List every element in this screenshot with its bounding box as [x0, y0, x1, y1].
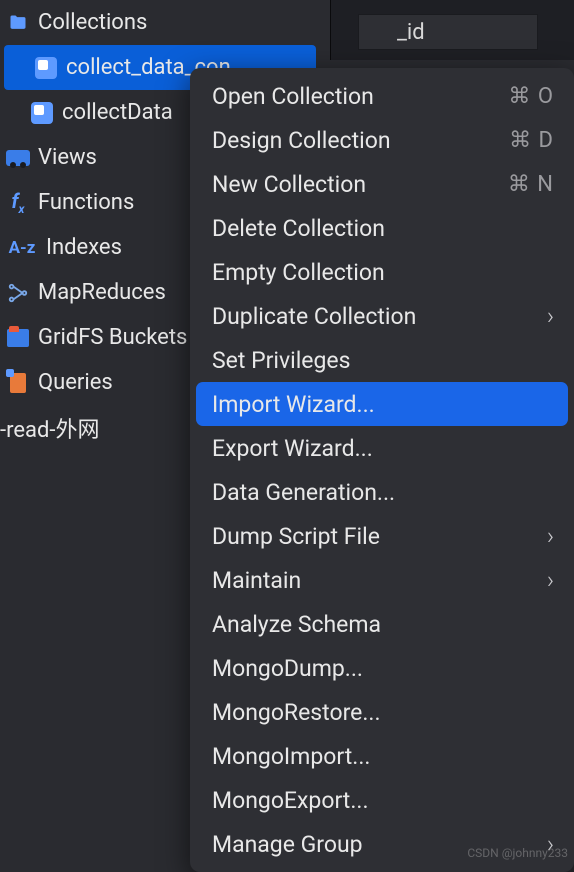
- menu-item-data-generation[interactable]: Data Generation...: [190, 470, 574, 514]
- menu-item-label: Import Wizard...: [212, 391, 375, 418]
- index-icon: A-z: [6, 236, 38, 260]
- chevron-right-icon: ›: [547, 566, 554, 594]
- menu-item-label: Empty Collection: [212, 259, 385, 286]
- menu-item-label: New Collection: [212, 171, 366, 198]
- tree-item-collections[interactable]: Collections: [0, 0, 320, 45]
- menu-item-mongodump[interactable]: MongoDump...: [190, 646, 574, 690]
- menu-shortcut: ⌘ D: [509, 128, 554, 153]
- menu-item-label: Duplicate Collection: [212, 303, 416, 330]
- menu-item-export-wizard[interactable]: Export Wizard...: [190, 426, 574, 470]
- menu-item-import-wizard[interactable]: Import Wizard...: [196, 382, 568, 426]
- tree-item-label: GridFS Buckets: [38, 325, 187, 350]
- menu-item-analyze-schema[interactable]: Analyze Schema: [190, 602, 574, 646]
- menu-item-label: Design Collection: [212, 127, 391, 154]
- menu-item-label: MongoExport...: [212, 787, 369, 814]
- tree-item-label: MapReduces: [38, 280, 166, 305]
- menu-shortcut: ⌘ N: [508, 172, 554, 197]
- menu-item-dump-script-file[interactable]: Dump Script File ›: [190, 514, 574, 558]
- column-header-label: _id: [397, 20, 425, 45]
- menu-item-label: Analyze Schema: [212, 611, 381, 638]
- tree-item-label: Functions: [38, 190, 134, 215]
- menu-shortcut: ⌘ O: [508, 84, 554, 109]
- mapreduce-icon: [6, 281, 30, 305]
- watermark: CSDN @johnny233: [467, 846, 568, 860]
- menu-item-label: MongoRestore...: [212, 699, 381, 726]
- menu-item-label: MongoImport...: [212, 743, 370, 770]
- menu-item-maintain[interactable]: Maintain ›: [190, 558, 574, 602]
- menu-item-label: Set Privileges: [212, 347, 350, 374]
- menu-item-label: MongoDump...: [212, 655, 363, 682]
- tree-item-label: Indexes: [46, 235, 122, 260]
- menu-item-label: Manage Group: [212, 831, 363, 858]
- menu-item-label: Delete Collection: [212, 215, 385, 242]
- menu-item-mongoexport[interactable]: MongoExport...: [190, 778, 574, 822]
- menu-item-mongorestore[interactable]: MongoRestore...: [190, 690, 574, 734]
- menu-item-label: Data Generation...: [212, 479, 395, 506]
- tree-item-label: Queries: [38, 370, 113, 395]
- menu-item-new-collection[interactable]: New Collection ⌘ N: [190, 162, 574, 206]
- menu-item-empty-collection[interactable]: Empty Collection: [190, 250, 574, 294]
- menu-item-label: Dump Script File: [212, 523, 380, 550]
- menu-item-label: Maintain: [212, 567, 301, 594]
- menu-item-set-privileges[interactable]: Set Privileges: [190, 338, 574, 382]
- queries-icon: [6, 371, 30, 395]
- menu-item-duplicate-collection[interactable]: Duplicate Collection ›: [190, 294, 574, 338]
- menu-item-mongoimport[interactable]: MongoImport...: [190, 734, 574, 778]
- tree-item-label: -read-外网: [0, 412, 99, 444]
- menu-item-delete-collection[interactable]: Delete Collection: [190, 206, 574, 250]
- menu-item-label: Open Collection: [212, 83, 374, 110]
- gridfs-icon: [6, 326, 30, 350]
- collection-icon: [30, 101, 54, 125]
- tree-item-label: collectData: [62, 100, 173, 125]
- tree-item-label: Collections: [38, 10, 147, 35]
- menu-item-open-collection[interactable]: Open Collection ⌘ O: [190, 74, 574, 118]
- chevron-right-icon: ›: [547, 302, 554, 330]
- menu-item-label: Export Wizard...: [212, 435, 373, 462]
- context-menu: Open Collection ⌘ O Design Collection ⌘ D Ne…: [190, 68, 574, 872]
- chevron-right-icon: ›: [547, 522, 554, 550]
- column-header-id[interactable]: _id: [358, 14, 538, 50]
- collection-icon: [34, 56, 58, 80]
- function-icon: fx: [6, 191, 30, 215]
- views-icon: [6, 146, 30, 170]
- menu-item-design-collection[interactable]: Design Collection ⌘ D: [190, 118, 574, 162]
- folder-icon: [6, 11, 30, 35]
- tree-item-label: Views: [38, 145, 97, 170]
